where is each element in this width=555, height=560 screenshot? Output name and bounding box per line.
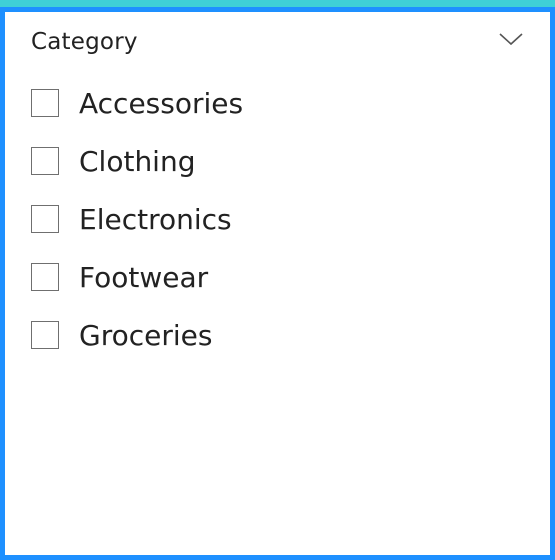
slicer-item-label: Footwear xyxy=(79,260,209,294)
checkbox[interactable] xyxy=(31,89,59,117)
checkbox[interactable] xyxy=(31,321,59,349)
slicer-item-label: Groceries xyxy=(79,318,213,352)
slicer-item-electronics[interactable]: Electronics xyxy=(31,190,243,248)
slicer-item-list: Accessories Clothing Electronics Footwea… xyxy=(31,74,243,364)
checkbox[interactable] xyxy=(31,263,59,291)
category-slicer: Category Accessories Clothing Electronic… xyxy=(0,7,555,560)
checkbox[interactable] xyxy=(31,147,59,175)
slicer-item-label: Electronics xyxy=(79,202,232,236)
slicer-item-footwear[interactable]: Footwear xyxy=(31,248,243,306)
chevron-down-icon[interactable] xyxy=(498,31,524,47)
slicer-item-label: Clothing xyxy=(79,144,196,178)
slicer-header: Category xyxy=(31,27,530,63)
top-accent-strip xyxy=(0,0,555,7)
slicer-item-accessories[interactable]: Accessories xyxy=(31,74,243,132)
slicer-item-clothing[interactable]: Clothing xyxy=(31,132,243,190)
checkbox[interactable] xyxy=(31,205,59,233)
slicer-title: Category xyxy=(31,29,138,55)
slicer-item-groceries[interactable]: Groceries xyxy=(31,306,243,364)
slicer-item-label: Accessories xyxy=(79,86,244,120)
